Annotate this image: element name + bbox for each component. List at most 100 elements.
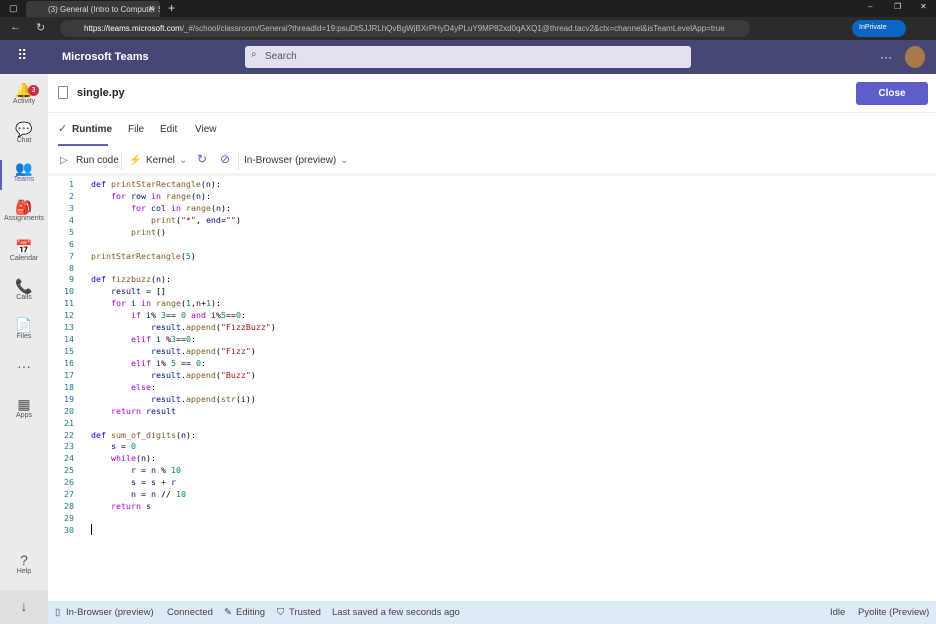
status-trusted: Trusted	[289, 607, 321, 618]
python-file-icon	[58, 86, 68, 99]
rail-item-apps[interactable]: ▦ Apps	[0, 396, 48, 419]
code-line[interactable]: print("*", end="")	[91, 215, 241, 225]
code-line[interactable]: while(n):	[91, 453, 156, 463]
code-line[interactable]: r = n % 10	[91, 465, 181, 475]
app-launcher-icon[interactable]: ⠿	[17, 47, 27, 64]
more-icon: ···	[17, 358, 31, 374]
code-line[interactable]: return s	[91, 501, 151, 511]
text-cursor	[91, 523, 92, 535]
code-line[interactable]: return result	[91, 406, 176, 416]
activity-icon: 🔔	[15, 82, 33, 98]
kernel-state: Idle	[830, 607, 846, 618]
browser-tab[interactable]: (3) General (Intro to Computer S ✕	[26, 1, 160, 17]
code-line[interactable]: result.append(str(i))	[91, 394, 256, 404]
line-number: 21	[64, 417, 74, 428]
code-line[interactable]: elif i %3==0:	[91, 334, 196, 344]
code-line[interactable]: printStarRectangle(5)	[91, 251, 196, 261]
avatar[interactable]	[905, 46, 925, 68]
rail-item-help[interactable]: ? Help	[0, 552, 48, 575]
rail-item-more[interactable]: ···	[0, 358, 48, 374]
inprivate-badge[interactable]: InPrivate	[852, 20, 906, 37]
line-number: 29	[64, 513, 74, 524]
code-line[interactable]: print()	[91, 227, 166, 237]
app-name: Microsoft Teams	[62, 51, 149, 63]
editor-pane: single.py Close ✓ Runtime File Edit View…	[48, 74, 936, 601]
back-icon[interactable]: ←	[10, 21, 21, 33]
run-code-button[interactable]: Run code	[76, 155, 119, 166]
browser-icon: ▯	[55, 607, 61, 618]
line-number: 2	[69, 190, 74, 201]
teams-header: ⠿ Microsoft Teams ⌕ Search ···	[0, 40, 936, 74]
code-line[interactable]: result = []	[91, 286, 166, 296]
chevron-down-icon[interactable]: ⌄	[340, 155, 348, 166]
code-line[interactable]: n = n // 10	[91, 489, 186, 499]
environment-dropdown[interactable]: In-Browser (preview)	[244, 155, 336, 166]
window-menu-icon[interactable]: ▢	[9, 3, 18, 14]
url-field[interactable]: https://teams.microsoft.com/_#/school/cl…	[60, 20, 750, 37]
line-number: 30	[64, 524, 74, 535]
chevron-down-icon[interactable]: ⌄	[179, 155, 187, 166]
line-number: 25	[64, 465, 74, 476]
rail-item-assignments[interactable]: 🎒 Assignments	[0, 199, 48, 222]
download-button[interactable]: ↓	[0, 590, 48, 624]
status-bar: ▯ In-Browser (preview) Connected ✎ Editi…	[48, 601, 936, 624]
menu-tabs: ✓ Runtime File Edit View	[48, 112, 936, 146]
code-line[interactable]: def printStarRectangle(n):	[91, 179, 221, 189]
rail-item-calls[interactable]: 📞 Calls	[0, 278, 48, 301]
line-number: 24	[64, 453, 74, 464]
restart-icon[interactable]: ↻	[197, 152, 207, 166]
address-bar: ← ↻ https://teams.microsoft.com/_#/schoo…	[0, 17, 936, 40]
tab-view[interactable]: View	[195, 124, 217, 135]
tab-file[interactable]: File	[128, 124, 144, 135]
line-number: 14	[64, 334, 74, 345]
line-number: 3	[69, 202, 74, 213]
status-env: In-Browser (preview)	[66, 607, 154, 618]
check-circle-icon: ✓	[58, 123, 68, 135]
line-number: 20	[64, 405, 74, 416]
code-line[interactable]: def sum_of_digits(n):	[91, 430, 196, 440]
rail-item-teams[interactable]: 👥 Teams	[0, 160, 48, 190]
kernel-dropdown[interactable]: Kernel	[146, 155, 175, 166]
code-line[interactable]: if i% 3== 0 and i%5==0:	[91, 310, 246, 320]
tab-edit[interactable]: Edit	[160, 124, 177, 135]
line-number: 17	[64, 369, 74, 380]
code-line[interactable]: else:	[91, 382, 156, 392]
rail-item-files[interactable]: 📄 Files	[0, 317, 48, 340]
code-line[interactable]: for row in range(n):	[91, 191, 211, 201]
line-number: 12	[64, 310, 74, 321]
status-editing: Editing	[236, 607, 266, 618]
code-line[interactable]: def fizzbuzz(n):	[91, 274, 171, 284]
more-options-icon[interactable]: ···	[880, 50, 892, 64]
new-tab-icon[interactable]: +	[168, 1, 175, 15]
kernel-name[interactable]: Pyolite (Preview)	[858, 607, 929, 618]
line-number: 13	[64, 322, 74, 333]
code-line[interactable]: elif i% 5 == 0:	[91, 358, 206, 368]
code-line[interactable]: result.append("Buzz")	[91, 370, 256, 380]
calls-icon: 📞	[15, 278, 33, 294]
status-saved: Last saved a few seconds ago	[332, 607, 460, 618]
code-line[interactable]: s = 0	[91, 441, 136, 451]
tab-runtime[interactable]: Runtime	[72, 124, 112, 135]
status-connection: Connected	[167, 607, 213, 618]
code-line[interactable]: for i in range(1,n+1):	[91, 298, 221, 308]
code-line[interactable]: result.append("FizzBuzz")	[91, 322, 276, 332]
rail-item-chat[interactable]: 💬 Chat	[0, 121, 48, 144]
url-path: /_#/school/classroom/General?threadId=19…	[181, 24, 725, 33]
close-window-icon[interactable]: ✕	[920, 2, 927, 11]
search-icon: ⌕	[251, 49, 257, 60]
code-line[interactable]: for col in range(n):	[91, 203, 231, 213]
divider	[121, 152, 122, 170]
url-host: https://teams.microsoft.com	[84, 24, 182, 33]
refresh-icon[interactable]: ↻	[36, 21, 45, 34]
close-tab-icon[interactable]: ✕	[148, 4, 155, 13]
maximize-icon[interactable]: ❐	[894, 2, 901, 11]
close-button[interactable]: Close	[856, 82, 928, 105]
search-input[interactable]: ⌕ Search	[245, 46, 691, 68]
rail-item-activity[interactable]: 🔔 Activity 3	[0, 82, 48, 105]
code-line[interactable]: result.append("Fizz")	[91, 346, 256, 356]
minimize-icon[interactable]: –	[868, 2, 872, 11]
interrupt-icon[interactable]: ⊘	[220, 152, 230, 166]
code-line[interactable]: s = s + r	[91, 477, 176, 487]
search-placeholder: Search	[265, 51, 297, 62]
rail-item-calendar[interactable]: 📅 Calendar	[0, 239, 48, 262]
